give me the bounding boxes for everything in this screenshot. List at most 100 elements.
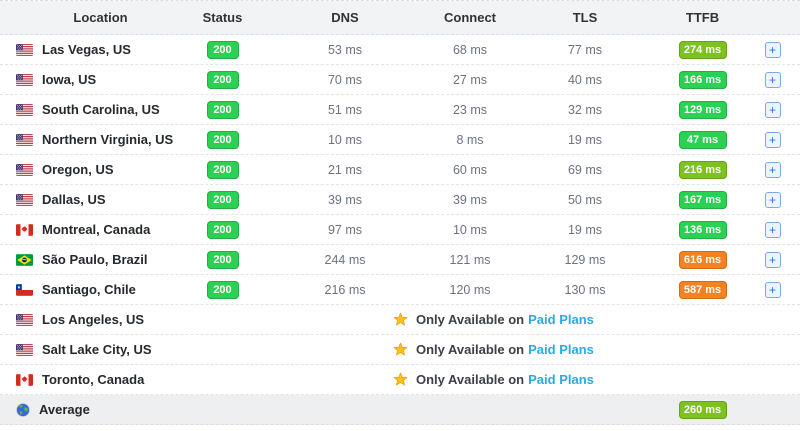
tls-value: 19 ms (567, 222, 603, 237)
location-label: Oregon, US (42, 162, 114, 177)
table-header-row: Location Status DNS Connect TLS TTFB (0, 1, 800, 35)
expand-plus-icon[interactable]: + (764, 101, 781, 118)
dns-value: 244 ms (324, 252, 366, 267)
paid-location-row: Salt Lake City, US Only Available on Paid … (0, 335, 800, 365)
location-cell: Salt Lake City, US (0, 342, 185, 357)
ttfb-badge: 167 ms (678, 190, 727, 209)
status-badge: 200 (206, 40, 239, 59)
paid-note-cell: Only Available on Paid Plans (185, 312, 800, 327)
location-cell: Los Angeles, US (0, 312, 185, 327)
tls-value: 19 ms (567, 132, 603, 147)
paid-location-row: Toronto, Canada Only Available on Paid Pla… (0, 365, 800, 395)
dns-value: 21 ms (327, 162, 363, 177)
us-flag-icon (16, 73, 33, 86)
result-row: Oregon, US 200 21 ms 60 ms 69 ms 216 ms + (0, 155, 800, 185)
location-cell: Toronto, Canada (0, 372, 185, 387)
us-flag-icon (16, 133, 33, 146)
star-icon (393, 312, 408, 327)
location-label: Dallas, US (42, 192, 106, 207)
connect-value: 27 ms (452, 72, 488, 87)
paid-plans-link[interactable]: Paid Plans (528, 372, 594, 387)
ca-flag-icon (16, 223, 33, 236)
dns-value: 216 ms (324, 282, 366, 297)
average-location-cell: Average (0, 402, 185, 417)
us-flag-icon (16, 43, 33, 56)
dns-value: 70 ms (327, 72, 363, 87)
tls-value: 69 ms (567, 162, 603, 177)
br-flag-icon (16, 253, 33, 266)
column-header-tls: TLS (572, 10, 598, 25)
column-header-status: Status (202, 10, 243, 25)
status-badge: 200 (206, 130, 239, 149)
result-row: Iowa, US 200 70 ms 27 ms 40 ms 166 ms + (0, 65, 800, 95)
connect-value: 121 ms (449, 252, 491, 267)
result-row: São Paulo, Brazil 200 244 ms 121 ms 129 ms 61… (0, 245, 800, 275)
dns-value: 97 ms (327, 222, 363, 237)
result-row: Santiago, Chile 200 216 ms 120 ms 130 ms 587 … (0, 275, 800, 305)
tls-value: 40 ms (567, 72, 603, 87)
paid-note-text: Only Available on (416, 372, 525, 387)
status-badge: 200 (206, 250, 239, 269)
average-label: Average (39, 402, 90, 417)
tls-value: 32 ms (567, 102, 603, 117)
connect-value: 60 ms (452, 162, 488, 177)
status-badge: 200 (206, 160, 239, 179)
average-ttfb-badge: 260 ms (678, 400, 727, 419)
location-label: São Paulo, Brazil (42, 252, 148, 267)
paid-plans-link[interactable]: Paid Plans (528, 342, 594, 357)
paid-note-cell: Only Available on Paid Plans (185, 372, 800, 387)
location-label: Las Vegas, US (42, 42, 131, 57)
paid-note-text: Only Available on (416, 312, 525, 327)
ttfb-badge: 587 ms (678, 280, 727, 299)
ttfb-badge: 136 ms (678, 220, 727, 239)
location-label: Salt Lake City, US (42, 342, 152, 357)
status-badge: 200 (206, 280, 239, 299)
average-row: Average 260 ms (0, 395, 800, 425)
us-flag-icon (16, 343, 33, 356)
result-row: Dallas, US 200 39 ms 39 ms 50 ms 167 ms + (0, 185, 800, 215)
location-label: Montreal, Canada (42, 222, 151, 237)
us-flag-icon (16, 313, 33, 326)
expand-plus-icon[interactable]: + (764, 71, 781, 88)
result-row: Montreal, Canada 200 97 ms 10 ms 19 ms 136 ms… (0, 215, 800, 245)
tls-value: 77 ms (567, 42, 603, 57)
location-cell: Las Vegas, US (0, 42, 185, 57)
location-label: Los Angeles, US (42, 312, 145, 327)
expand-plus-icon[interactable]: + (764, 161, 781, 178)
column-header-ttfb: TTFB (685, 10, 720, 25)
us-flag-icon (16, 193, 33, 206)
ttfb-badge: 274 ms (678, 40, 727, 59)
connect-value: 68 ms (452, 42, 488, 57)
connect-value: 39 ms (452, 192, 488, 207)
ttfb-badge: 216 ms (678, 160, 727, 179)
tls-value: 50 ms (567, 192, 603, 207)
ttfb-badge: 47 ms (678, 130, 727, 149)
expand-plus-icon[interactable]: + (764, 251, 781, 268)
paid-plans-link[interactable]: Paid Plans (528, 312, 594, 327)
location-label: Iowa, US (42, 72, 97, 87)
column-header-connect: Connect (444, 10, 496, 25)
result-row: Northern Virginia, US 200 10 ms 8 ms 19 ms 47… (0, 125, 800, 155)
location-label: Santiago, Chile (42, 282, 136, 297)
ttfb-badge: 129 ms (678, 100, 727, 119)
cl-flag-icon (16, 283, 33, 296)
location-label: Toronto, Canada (42, 372, 145, 387)
expand-plus-icon[interactable]: + (764, 281, 781, 298)
location-cell: Montreal, Canada (0, 222, 185, 237)
expand-plus-icon[interactable]: + (764, 131, 781, 148)
expand-plus-icon[interactable]: + (764, 221, 781, 238)
connect-value: 23 ms (452, 102, 488, 117)
location-cell: Iowa, US (0, 72, 185, 87)
column-header-location: Location (73, 10, 128, 25)
connect-value: 10 ms (452, 222, 488, 237)
result-row: Las Vegas, US 200 53 ms 68 ms 77 ms 274 ms + (0, 35, 800, 65)
expand-plus-icon[interactable]: + (764, 41, 781, 58)
status-badge: 200 (206, 220, 239, 239)
expand-plus-icon[interactable]: + (764, 191, 781, 208)
ttfb-badge: 616 ms (678, 250, 727, 269)
star-icon (393, 372, 408, 387)
table-body: Las Vegas, US 200 53 ms 68 ms 77 ms 274 ms + Io… (0, 35, 800, 395)
status-badge: 200 (206, 70, 239, 89)
ttfb-results-table: Location Status DNS Connect TLS TTFB Las… (0, 0, 800, 425)
ttfb-badge: 166 ms (678, 70, 727, 89)
